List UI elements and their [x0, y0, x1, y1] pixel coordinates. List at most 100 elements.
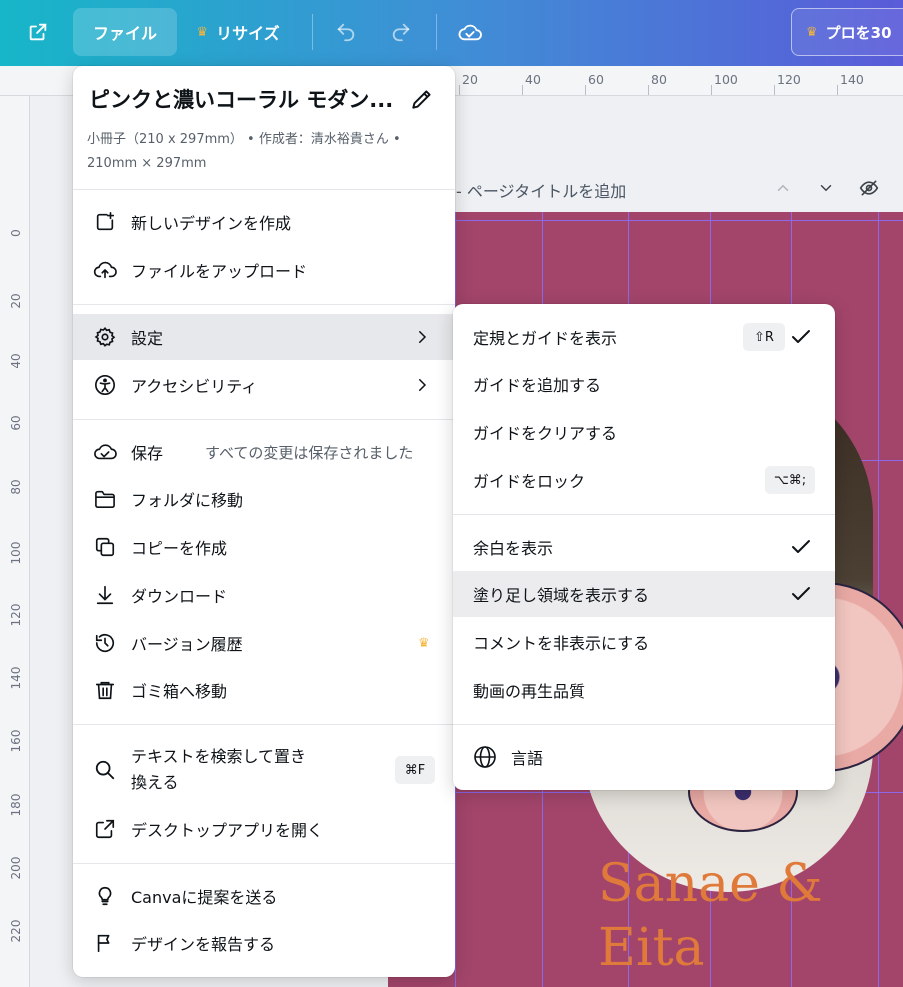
- move-to-folder-label: フォルダに移動: [131, 491, 244, 510]
- redo-icon[interactable]: [383, 14, 419, 50]
- resize-button[interactable]: ♛ リサイズ: [180, 8, 296, 56]
- find-replace-line: 換える: [131, 773, 179, 792]
- settings-item[interactable]: 設定: [73, 314, 455, 360]
- lock-guides-label: ガイドをロック: [473, 472, 586, 491]
- add-guides-label: ガイドを追加する: [473, 376, 602, 395]
- language-item[interactable]: 言語: [453, 734, 835, 780]
- undo-icon[interactable]: [328, 14, 364, 50]
- menu-divider: [453, 724, 835, 725]
- new-design-item[interactable]: 新しいデザインを作成: [73, 199, 455, 245]
- design-details-line: 小冊子（210 x 297mm） • 作成者：清水裕貴さん •: [87, 132, 401, 147]
- download-icon: [93, 583, 117, 607]
- download-item[interactable]: ダウンロード: [73, 572, 455, 618]
- show-margins-item[interactable]: 余白を表示: [453, 524, 835, 570]
- chevron-down-icon[interactable]: [814, 176, 838, 200]
- resize-label: リサイズ: [216, 24, 280, 43]
- pencil-icon[interactable]: [409, 86, 435, 112]
- ruler-label: 140: [9, 666, 23, 690]
- names-line: Sanae &: [598, 854, 823, 914]
- lock-guides-item[interactable]: ガイドをロック ⌥⌘;: [453, 457, 835, 503]
- video-quality-label: 動画の再生品質: [473, 682, 586, 701]
- ruler-label: 100: [714, 72, 738, 87]
- lock-guides-shortcut-badge: ⌥⌘;: [765, 466, 815, 494]
- globe-icon: [473, 745, 497, 769]
- menu-divider: [73, 724, 455, 725]
- cloud-saved-icon[interactable]: [452, 14, 488, 50]
- file-menu-button[interactable]: ファイル: [73, 8, 177, 56]
- design-title[interactable]: ピンクと濃いコーラル モダン...: [89, 84, 393, 114]
- try-pro-label: プロを30: [825, 23, 892, 42]
- chevron-up-icon[interactable]: [771, 176, 795, 200]
- make-copy-item[interactable]: コピーを作成: [73, 524, 455, 570]
- ruler-tick: [459, 85, 460, 95]
- add-page-title[interactable]: - ページタイトルを追加: [456, 178, 626, 202]
- file-menu: ピンクと濃いコーラル モダン... 小冊子（210 x 297mm） • 作成者…: [73, 66, 455, 977]
- new-design-label: 新しいデザインを作成: [131, 214, 292, 233]
- crown-icon: ♛: [196, 24, 209, 40]
- ruler-tick: [837, 85, 838, 95]
- lightbulb-icon: [93, 884, 117, 908]
- clear-guides-item[interactable]: ガイドをクリアする: [453, 409, 835, 455]
- find-replace-label: テキストを検索して置き 換える: [131, 744, 306, 796]
- names-line: Eita: [598, 918, 705, 978]
- move-to-trash-item[interactable]: ゴミ箱へ移動: [73, 667, 455, 713]
- top-toolbar: ファイル ♛ リサイズ ♛ プロを30: [0, 0, 903, 66]
- hide-page-icon[interactable]: [857, 176, 881, 200]
- download-label: ダウンロード: [131, 587, 228, 606]
- add-guides-item[interactable]: ガイドを追加する: [453, 361, 835, 407]
- ruler-label: 120: [777, 72, 801, 87]
- open-desktop-app-item[interactable]: デスクトップアプリを開く: [73, 806, 455, 852]
- show-margins-label: 余白を表示: [473, 539, 554, 558]
- external-link-icon: [93, 817, 117, 841]
- guide-line: [388, 220, 903, 221]
- settings-submenu: 定規とガイドを表示 ⇧R ガイドを追加する ガイドをクリアする ガイドをロック …: [453, 304, 835, 790]
- version-history-label: バージョン履歴: [131, 635, 243, 654]
- ruler-label: 0: [9, 229, 23, 237]
- move-to-folder-item[interactable]: フォルダに移動: [73, 476, 455, 522]
- try-pro-button[interactable]: ♛ プロを30: [791, 8, 903, 56]
- show-rulers-guides-label: 定規とガイドを表示: [473, 329, 618, 348]
- chevron-right-icon: [413, 376, 431, 394]
- report-design-item[interactable]: デザインを報告する: [73, 920, 455, 966]
- crown-icon: ♛: [806, 24, 818, 40]
- version-history-item[interactable]: バージョン履歴 ♛: [73, 620, 455, 666]
- hide-comments-item[interactable]: コメントを非表示にする: [453, 619, 835, 665]
- file-menu-label: ファイル: [92, 24, 157, 43]
- ruler-label: 160: [9, 729, 23, 753]
- ruler-label: 100: [9, 541, 23, 565]
- history-icon: [93, 631, 117, 655]
- checkmark-icon: [789, 535, 813, 559]
- ruler-label: 20: [9, 293, 23, 309]
- show-bleed-item[interactable]: 塗り足し領域を表示する: [453, 571, 835, 617]
- ruler-label: 80: [651, 72, 667, 87]
- find-replace-item[interactable]: テキストを検索して置き 換える ⌘F: [73, 738, 455, 802]
- report-design-label: デザインを報告する: [131, 935, 276, 954]
- menu-divider: [453, 514, 835, 515]
- ruler-label: 20: [462, 72, 478, 87]
- accessibility-label: アクセシビリティ: [131, 377, 258, 396]
- menu-divider: [73, 189, 455, 190]
- ruler-label: 140: [840, 72, 864, 87]
- cloud-check-icon: [93, 440, 117, 464]
- move-to-trash-label: ゴミ箱へ移動: [131, 682, 228, 701]
- ruler-label: 40: [525, 72, 541, 87]
- toolbar-divider: [436, 14, 437, 50]
- copy-icon: [93, 535, 117, 559]
- ruler-tick: [774, 85, 775, 95]
- design-details: 小冊子（210 x 297mm） • 作成者：清水裕貴さん • 210mm × …: [87, 128, 427, 176]
- send-feedback-item[interactable]: Canvaに提案を送る: [73, 873, 455, 919]
- ruler-label: 220: [9, 919, 23, 943]
- ruler-tick: [711, 85, 712, 95]
- save-status: すべての変更は保存されました: [205, 443, 414, 462]
- menu-divider: [73, 863, 455, 864]
- show-rulers-guides-item[interactable]: 定規とガイドを表示 ⇧R: [453, 314, 835, 360]
- accessibility-item[interactable]: アクセシビリティ: [73, 362, 455, 408]
- save-item[interactable]: 保存 すべての変更は保存されました: [73, 429, 455, 475]
- video-quality-item[interactable]: 動画の再生品質: [453, 667, 835, 713]
- language-label: 言語: [511, 749, 544, 768]
- couple-names-text[interactable]: Sanae & Eita: [598, 852, 823, 980]
- ruler-tick: [522, 85, 523, 95]
- share-external-icon[interactable]: [20, 14, 56, 50]
- upload-file-item[interactable]: ファイルをアップロード: [73, 247, 455, 293]
- left-ruler: 0 20 40 60 80 100 120 140 160 180 200 22…: [0, 96, 30, 987]
